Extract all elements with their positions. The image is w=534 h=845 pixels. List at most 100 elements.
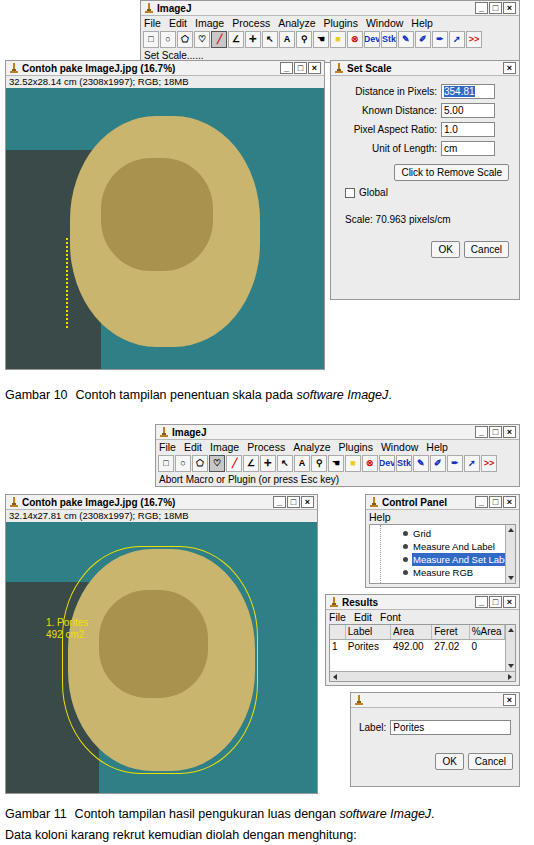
menu-item[interactable]: Help [426, 440, 448, 454]
column-header[interactable] [330, 625, 346, 639]
tool-button[interactable]: >> [466, 31, 482, 48]
tool-button[interactable]: ✎ [398, 31, 414, 48]
window-button[interactable]: × [503, 496, 516, 508]
arrow-left-icon[interactable] [331, 673, 339, 681]
arrow-down-icon[interactable] [507, 662, 515, 670]
title-bar[interactable]: Results_□× [326, 595, 519, 610]
tool-button[interactable]: ↖ [277, 455, 293, 472]
menu-item[interactable]: File [159, 440, 176, 454]
vertical-scrollbar[interactable] [505, 625, 515, 671]
menu-item[interactable]: Window [366, 16, 403, 30]
tool-button[interactable]: ✐ [415, 31, 431, 48]
text-field[interactable]: 354.81 [441, 84, 495, 99]
menu-item[interactable]: Help [411, 16, 433, 30]
menu-item[interactable]: Image [210, 440, 239, 454]
tool-button[interactable]: ○ [160, 31, 176, 48]
tool-button[interactable]: ➚ [464, 455, 480, 472]
title-bar[interactable]: Contoh pake ImageJ.jpg (16.7%)_□× [6, 61, 324, 76]
menu-item[interactable]: Font [380, 610, 401, 624]
arrow-up-icon[interactable] [507, 526, 515, 534]
button[interactable]: Cancel [468, 753, 513, 770]
tool-button[interactable]: ✒ [432, 31, 448, 48]
tool-button[interactable]: ♡ [209, 455, 225, 472]
tool-button[interactable]: ⬠ [192, 455, 208, 472]
window-button[interactable]: _ [475, 596, 488, 608]
menu-item[interactable]: Help [369, 510, 391, 524]
window-button[interactable]: _ [273, 496, 286, 508]
column-header[interactable]: Feret [432, 625, 469, 639]
tree-item[interactable]: Measure And Label [403, 540, 505, 553]
tool-button[interactable]: ∠ [243, 455, 259, 472]
window-button[interactable]: □ [294, 62, 307, 74]
window-button[interactable]: × [308, 62, 321, 74]
window-button[interactable]: × [503, 694, 516, 706]
vertical-scrollbar[interactable] [505, 525, 515, 583]
menu-item[interactable]: Image [195, 16, 224, 30]
title-bar[interactable]: × [351, 693, 519, 708]
arrow-up-icon[interactable] [507, 626, 515, 634]
global-checkbox[interactable]: Global [337, 185, 513, 200]
title-bar[interactable]: Set Scale× [331, 61, 519, 76]
button[interactable]: Cancel [464, 241, 509, 258]
tool-button[interactable]: A [279, 31, 295, 48]
tool-button[interactable]: ☚ [313, 31, 329, 48]
window-button[interactable]: × [503, 62, 516, 74]
horizontal-scrollbar[interactable] [330, 671, 515, 681]
tool-button[interactable]: ∠ [228, 31, 244, 48]
menu-item[interactable]: Window [381, 440, 418, 454]
menu-item[interactable]: File [144, 16, 161, 30]
tool-button[interactable]: ╱ [211, 31, 227, 48]
menu-item[interactable]: File [329, 610, 346, 624]
label-field[interactable]: Porites [390, 720, 511, 735]
window-button[interactable]: × [301, 496, 314, 508]
tool-button[interactable]: ✛ [245, 31, 261, 48]
tree-item[interactable]: Measure And Set Label [403, 553, 505, 566]
window-button[interactable]: _ [475, 496, 488, 508]
menu-item[interactable]: Analyze [278, 16, 315, 30]
title-bar[interactable]: ImageJ_□× [141, 1, 519, 16]
tool-button[interactable]: >> [481, 455, 497, 472]
window-button[interactable]: × [503, 426, 516, 438]
menu-item[interactable]: Edit [184, 440, 202, 454]
menu-item[interactable]: Edit [354, 610, 372, 624]
tool-button[interactable]: ✎ [413, 455, 429, 472]
title-bar[interactable]: Contoh pake ImageJ.jpg (16.7%)_□× [6, 495, 317, 510]
arrow-down-icon[interactable] [507, 574, 515, 582]
window-button[interactable]: × [503, 596, 516, 608]
menu-item[interactable]: Process [247, 440, 285, 454]
tool-button[interactable]: ⚲ [296, 31, 312, 48]
arrow-right-icon[interactable] [506, 673, 514, 681]
button[interactable]: OK [435, 753, 463, 770]
window-button[interactable]: □ [489, 426, 502, 438]
tool-button[interactable]: ♡ [194, 31, 210, 48]
tool-button[interactable]: ○ [175, 455, 191, 472]
tool-button[interactable]: ⚲ [311, 455, 327, 472]
title-bar[interactable]: Control Panel_□× [366, 495, 519, 510]
tool-button[interactable]: ✒ [447, 455, 463, 472]
tool-button[interactable]: □ [158, 455, 174, 472]
column-header[interactable]: Label [346, 625, 391, 639]
menu-item[interactable]: Plugins [339, 440, 373, 454]
menu-item[interactable]: Plugins [324, 16, 358, 30]
window-button[interactable]: □ [489, 2, 502, 14]
tool-button[interactable]: Dev [379, 455, 395, 472]
tool-button[interactable]: ⬠ [177, 31, 193, 48]
tree-item[interactable]: Measure RGB [403, 566, 505, 579]
window-button[interactable]: _ [475, 2, 488, 14]
tree-item[interactable]: Grid [403, 527, 505, 540]
window-button[interactable]: □ [489, 496, 502, 508]
tool-button[interactable]: ✛ [260, 455, 276, 472]
button[interactable]: OK [431, 241, 459, 258]
text-field[interactable]: 1.0 [441, 122, 495, 137]
tool-button[interactable]: Stk [381, 31, 397, 48]
button[interactable]: Click to Remove Scale [394, 164, 509, 181]
tool-button[interactable]: ■ [330, 31, 346, 48]
tool-button[interactable]: Dev [364, 31, 380, 48]
menu-item[interactable]: Edit [169, 16, 187, 30]
tool-button[interactable]: ☚ [328, 455, 344, 472]
tool-button[interactable]: Stk [396, 455, 412, 472]
menu-item[interactable]: Process [232, 16, 270, 30]
tool-button[interactable]: A [294, 455, 310, 472]
tool-button[interactable]: ⊗ [347, 31, 363, 48]
tool-button[interactable]: ✐ [430, 455, 446, 472]
